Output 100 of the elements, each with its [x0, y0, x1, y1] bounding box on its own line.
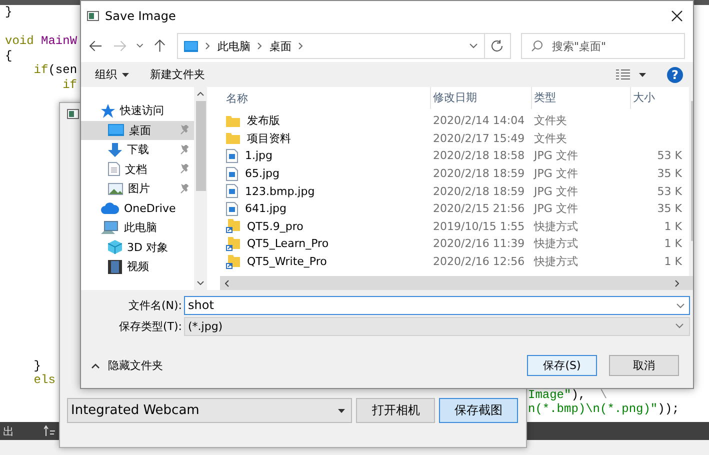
dialog-button[interactable]: 保存(S)	[527, 355, 597, 376]
date-cell-text: 2020/2/14 14:04	[432, 114, 526, 128]
chevron-up-icon[interactable]	[91, 362, 100, 368]
code-line: if	[62, 78, 78, 93]
file-name: 123.bmp.jpg	[245, 184, 315, 198]
file-row[interactable]: 123.bmp.jpg 2020/2/18 18:59 JPG 文件 53 K	[220, 182, 689, 200]
nav-item[interactable]: 3D 对象	[81, 238, 194, 257]
document-icon	[108, 162, 120, 176]
type-cell-text: 文件夹	[533, 130, 568, 146]
cube-icon	[108, 240, 122, 254]
refresh-button[interactable]	[484, 33, 511, 59]
back-arrow-icon[interactable]	[89, 40, 103, 52]
size-cell-text: 1 K	[663, 220, 683, 233]
code-line: Image"), \	[528, 388, 608, 402]
help-button[interactable]: ?	[667, 66, 683, 82]
chevron-down-icon[interactable]	[675, 323, 684, 329]
file-type-dropdown[interactable]: (*.jpg)	[184, 316, 690, 336]
code-line: {	[5, 48, 12, 64]
caret-icon[interactable]	[338, 408, 346, 412]
field-label: 保存类型(T):	[118, 318, 183, 334]
dialog-button[interactable]: 取消	[609, 355, 679, 376]
chevron-down-icon[interactable]	[468, 43, 478, 49]
shortcut-folder-icon	[226, 236, 240, 251]
close-icon[interactable]	[671, 10, 683, 22]
pin-icon[interactable]	[180, 184, 190, 194]
type-cell-text: JPG 文件	[532, 201, 579, 216]
folder-icon	[226, 114, 240, 127]
camera-button[interactable]: 保存截图	[439, 398, 518, 423]
chevron-right-icon[interactable]	[298, 42, 304, 50]
nav-item[interactable]: 文档	[81, 160, 194, 179]
date-cell-text: 2020/2/16 12:56	[432, 255, 526, 268]
date-cell-text: 2020/2/18 18:59	[432, 184, 526, 198]
download-arrow-icon	[108, 142, 122, 157]
app-icon	[87, 10, 99, 20]
code-line: n(*.bmp)\n(*.png)"));	[528, 402, 680, 417]
organize-menu[interactable]: 组织	[95, 67, 117, 82]
shortcut-folder-icon	[226, 219, 240, 234]
breadcrumb[interactable]: 桌面	[269, 38, 292, 54]
file-row[interactable]: 641.jpg 2020/2/15 21:56 JPG 文件 35 K	[220, 200, 689, 218]
chevron-right-icon	[257, 42, 262, 50]
nav-item[interactable]: 图片	[81, 179, 194, 198]
computer-icon	[101, 220, 119, 235]
search-field[interactable]: 搜索"桌面"	[521, 33, 685, 59]
code-line: void MainW	[5, 34, 78, 49]
column-header[interactable]: 类型	[531, 87, 630, 109]
scroll-down-icon[interactable]	[197, 281, 204, 285]
size-cell-text: 53 K	[656, 149, 683, 162]
pin-icon[interactable]	[180, 144, 190, 155]
sort-icon[interactable]	[44, 425, 56, 437]
file-row[interactable]: QT5_Write_Pro 2020/2/16 12:56 快捷方式 1 K	[220, 252, 689, 270]
column-header[interactable]: 修改日期	[430, 87, 531, 109]
hide-folders-toggle[interactable]: 隐藏文件夹	[108, 358, 163, 373]
nav-item[interactable]: 下载	[81, 140, 194, 160]
new-folder-button[interactable]: 新建文件夹	[150, 67, 205, 82]
nav-item[interactable]: 快速访问	[81, 101, 194, 120]
horizontal-scrollbar[interactable]	[220, 276, 693, 290]
file-name: QT5_Learn_Pro	[247, 237, 329, 250]
file-row[interactable]: 项目资料 2020/2/17 15:49 文件夹	[220, 130, 689, 148]
date-cell-text: 2019/10/15 1:55	[432, 220, 526, 233]
file-row[interactable]: 65.jpg 2020/2/18 18:59 JPG 文件 35 K	[220, 164, 689, 182]
search-icon	[531, 40, 543, 52]
camera-button[interactable]: 打开相机	[356, 398, 436, 423]
size-cell-text: 35 K	[656, 202, 683, 216]
type-cell-text: 快捷方式	[532, 254, 579, 270]
caret-icon[interactable]	[122, 72, 129, 76]
caret-icon[interactable]	[639, 72, 646, 76]
film-icon	[108, 260, 122, 274]
pin-icon[interactable]	[180, 164, 190, 174]
file-name: 1.jpg	[245, 149, 273, 162]
nav-item[interactable]: 此电脑	[81, 218, 194, 238]
camera-select[interactable]: Integrated Webcam	[67, 398, 352, 423]
refresh-icon	[490, 39, 504, 53]
nav-item[interactable]: 视频	[81, 257, 194, 276]
scroll-left-icon[interactable]	[225, 280, 229, 286]
output-tab[interactable]: 出	[3, 424, 14, 438]
scroll-right-icon[interactable]	[675, 280, 679, 286]
file-row[interactable]: QT5_Learn_Pro 2020/2/16 11:39 快捷方式 1 K	[220, 235, 689, 253]
nav-item[interactable]: 桌面	[81, 120, 194, 140]
file-name: QT5.9_pro	[247, 220, 304, 233]
file-name: 65.jpg	[245, 167, 280, 180]
desktop-icon	[184, 40, 198, 52]
code-line: els	[32, 373, 56, 388]
file-name: QT5_Write_Pro	[247, 255, 327, 268]
breadcrumb[interactable]: 此电脑	[217, 38, 250, 54]
chevron-down-icon[interactable]	[136, 43, 144, 49]
nav-item[interactable]: OneDrive	[81, 198, 194, 218]
chevron-down-icon[interactable]	[676, 302, 685, 308]
address-bar[interactable]: 此电脑 桌面	[177, 33, 485, 59]
scroll-up-icon[interactable]	[197, 92, 204, 96]
image-file-icon	[226, 184, 238, 198]
up-arrow-icon[interactable]	[154, 39, 166, 53]
size-cell-text: 1 K	[663, 237, 683, 250]
file-row[interactable]: 发布版 2020/2/14 14:04 文件夹	[220, 112, 689, 130]
file-row[interactable]: 1.jpg 2020/2/18 18:58 JPG 文件 53 K	[220, 147, 689, 165]
date-cell-text: 2020/2/18 18:59	[432, 167, 526, 180]
view-list-icon[interactable]	[616, 68, 630, 80]
column-header[interactable]: 名称	[220, 90, 430, 106]
file-name-field[interactable]: shot	[184, 296, 690, 314]
file-row[interactable]: QT5.9_pro 2019/10/15 1:55 快捷方式 1 K	[220, 218, 689, 236]
type-cell-text: 快捷方式	[532, 218, 579, 234]
